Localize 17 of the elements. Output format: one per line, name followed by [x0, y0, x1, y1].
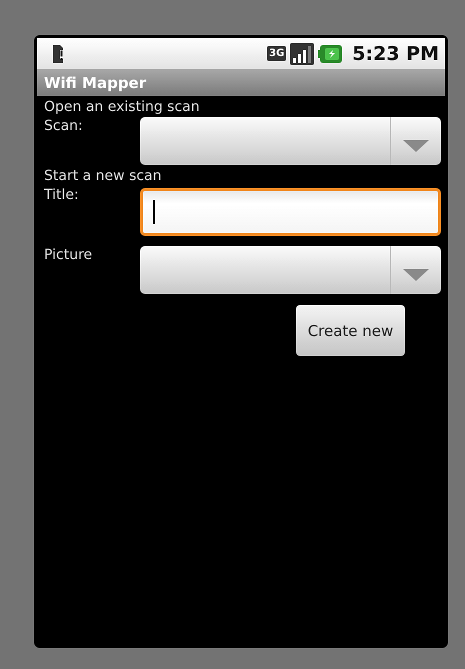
section-heading: Open an existing scan [43, 98, 201, 117]
section-heading: Start a new scan [43, 167, 163, 186]
signal-icon [290, 42, 314, 64]
caret-icon [403, 269, 429, 281]
clock-time: 5:23 PM [352, 42, 439, 64]
sd-card-alert-icon [51, 44, 65, 64]
battery-charging-icon [318, 44, 342, 62]
picture-dropdown[interactable] [140, 246, 441, 294]
field-label: Scan: [43, 117, 84, 135]
title-input-field[interactable] [140, 188, 441, 236]
caret-icon [403, 140, 429, 152]
field-label: Picture [43, 246, 94, 264]
field-label: Title: [43, 186, 80, 204]
network-type-icon: 3G [267, 46, 286, 61]
create-new-button[interactable]: Create new [296, 305, 405, 356]
scan-dropdown[interactable] [140, 117, 441, 165]
app-title: Wifi Mapper [44, 74, 146, 92]
